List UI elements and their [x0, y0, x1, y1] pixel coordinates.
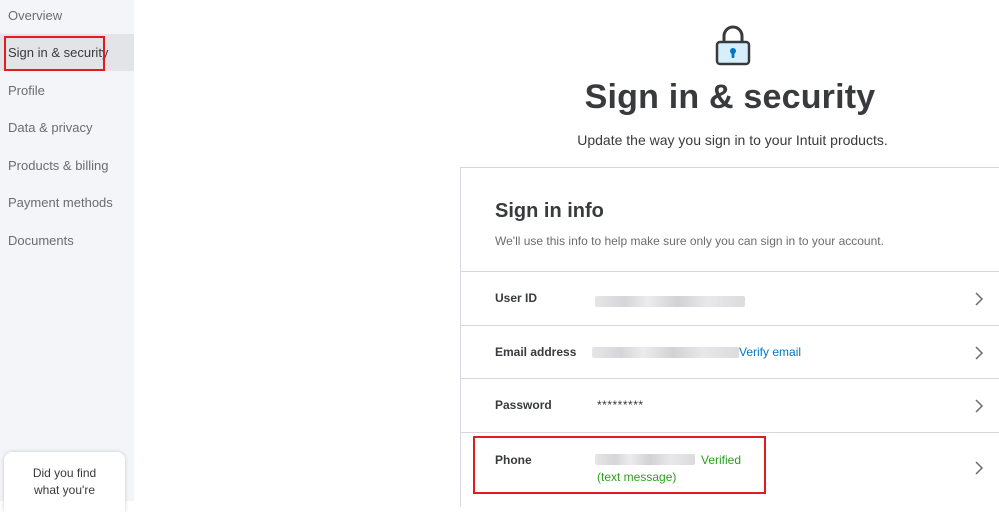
row-label: Phone: [495, 453, 532, 467]
sidebar: Overview Sign in & security Profile Data…: [0, 0, 134, 512]
page-title: Sign in & security: [584, 78, 876, 116]
sidebar-item-label: Overview: [8, 8, 63, 23]
help-card-line-2: what you're: [34, 483, 95, 497]
row-phone[interactable]: Phone Verified (text message): [461, 432, 999, 512]
redacted-user-id: [595, 296, 745, 307]
sign-in-info-card: Sign in info We'll use this info to help…: [460, 167, 999, 507]
verified-status: Verified: [701, 453, 742, 467]
row-user-id[interactable]: User ID: [461, 271, 999, 324]
sidebar-item-label: Documents: [8, 233, 74, 248]
row-label: User ID: [495, 291, 538, 305]
lock-icon: [715, 25, 751, 66]
section-title: Sign in info: [495, 200, 604, 222]
chevron-right-icon: [975, 461, 984, 475]
verify-email-link[interactable]: Verify email: [739, 345, 801, 359]
sidebar-item-sign-in-security[interactable]: Sign in & security: [0, 34, 134, 71]
phone-detail: (text message): [597, 470, 677, 484]
help-card-line-1: Did you find: [32, 466, 97, 480]
chevron-right-icon: [975, 292, 984, 306]
sidebar-item-profile[interactable]: Profile: [0, 72, 134, 109]
section-description: We'll use this info to help make sure on…: [495, 234, 884, 248]
sidebar-item-label: Sign in & security: [8, 45, 109, 60]
sidebar-item-overview[interactable]: Overview: [0, 0, 134, 34]
sidebar-item-label: Products & billing: [8, 158, 109, 173]
row-email-address[interactable]: Email address Verify email: [461, 325, 999, 378]
chevron-right-icon: [975, 346, 984, 360]
row-password[interactable]: Password *********: [461, 378, 999, 431]
sidebar-item-label: Payment methods: [8, 195, 113, 210]
row-label: Email address: [495, 345, 577, 359]
sidebar-item-products-billing[interactable]: Products & billing: [0, 147, 134, 184]
sidebar-item-payment-methods[interactable]: Payment methods: [0, 184, 134, 221]
sidebar-item-label: Profile: [8, 83, 45, 98]
sidebar-item-documents[interactable]: Documents: [0, 222, 134, 259]
sidebar-item-data-privacy[interactable]: Data & privacy: [0, 109, 134, 146]
password-value: *********: [597, 398, 644, 412]
redacted-phone: [595, 454, 695, 465]
sidebar-item-label: Data & privacy: [8, 120, 93, 135]
help-feedback-card[interactable]: Did you find what you're: [4, 452, 125, 512]
redacted-email: [592, 347, 739, 358]
chevron-right-icon: [975, 399, 984, 413]
row-label: Password: [495, 398, 552, 412]
page-subtitle: Update the way you sign in to your Intui…: [577, 132, 888, 148]
